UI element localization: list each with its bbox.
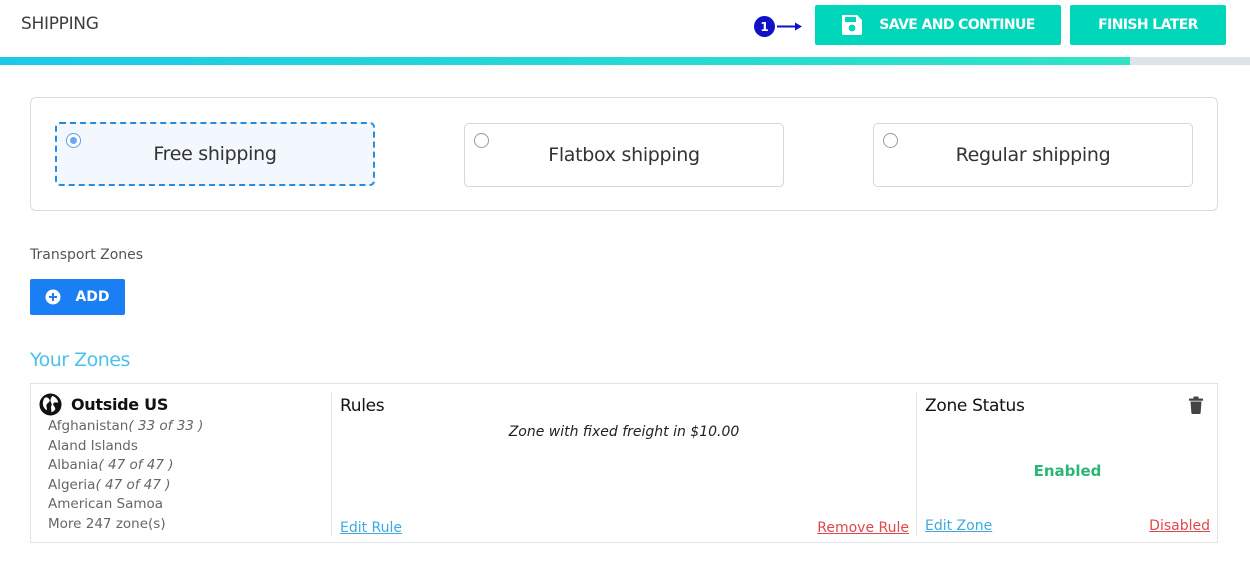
country-name: Algeria (48, 476, 96, 493)
country-name: Albania (48, 457, 99, 473)
rule-description: Zone with fixed freight in $10.00 (508, 424, 740, 440)
rules-title: Rules (340, 396, 385, 416)
flatbox-shipping-radio[interactable] (474, 133, 489, 148)
country-count: ( 47 of 47 ) (98, 457, 174, 473)
step-marker: 1 (754, 16, 803, 37)
zone-rules-column: Rules Zone with fixed freight in $10.00 … (331, 392, 916, 536)
zone-name: Outside US (71, 394, 169, 414)
transport-zones-label: Transport Zones (30, 247, 144, 263)
zone-status-title: Zone Status (925, 396, 1025, 416)
step-number-badge: 1 (754, 16, 775, 37)
disable-zone-link[interactable]: Disabled (1149, 518, 1210, 534)
list-item: Algeria( 47 of 47 ) (48, 476, 331, 496)
finish-later-button[interactable]: FINISH LATER (1070, 5, 1226, 45)
edit-rule-link[interactable]: Edit Rule (340, 520, 402, 536)
shipping-options-card: Free shipping Flatbox shipping Regular s… (30, 97, 1218, 211)
list-item: Albania( 47 of 47 ) (48, 456, 331, 476)
globe-icon (39, 392, 62, 416)
zone-name-row: Outside US (39, 392, 331, 416)
shipping-option-label: Flatbox shipping (548, 144, 700, 166)
plus-circle-icon (45, 289, 61, 305)
country-name: American Samoa (48, 496, 164, 512)
regular-shipping-radio[interactable] (883, 133, 898, 148)
more-zones-text: More 247 zone(s) (48, 515, 166, 532)
arrow-right-icon (777, 22, 802, 31)
zone-countries-column: Outside US Afghanistan( 33 of 33 ) Aland… (39, 392, 331, 536)
list-item: Aland Islands (48, 437, 331, 457)
remove-rule-link[interactable]: Remove Rule (817, 520, 909, 536)
shipping-option-flatbox[interactable]: Flatbox shipping (464, 123, 784, 187)
floppy-disk-icon (842, 15, 863, 35)
list-item: American Samoa (48, 495, 331, 515)
free-shipping-radio[interactable] (66, 133, 81, 148)
country-count: ( 47 of 47 ) (95, 476, 171, 493)
progress-bar (0, 57, 1250, 65)
status-badge: Enabled (1033, 462, 1102, 480)
progress-bar-fill (0, 57, 1130, 65)
save-and-continue-button[interactable]: SAVE AND CONTINUE (815, 5, 1061, 45)
shipping-option-label: Regular shipping (955, 144, 1111, 166)
trash-icon[interactable] (1188, 396, 1204, 414)
save-and-continue-label: SAVE AND CONTINUE (879, 17, 1035, 33)
country-count: ( 33 of 33 ) (128, 418, 204, 434)
shipping-option-free[interactable]: Free shipping (55, 122, 375, 186)
add-zone-button[interactable]: ADD (30, 279, 125, 315)
zone-status-column: Zone Status Enabled Edit Zone Disabled (916, 392, 1218, 536)
country-list: Afghanistan( 33 of 33 ) Aland Islands Al… (48, 417, 331, 515)
add-zone-label: ADD (75, 289, 110, 305)
shipping-option-regular[interactable]: Regular shipping (873, 123, 1193, 187)
zone-card: Outside US Afghanistan( 33 of 33 ) Aland… (30, 383, 1218, 543)
shipping-option-label: Free shipping (153, 143, 277, 165)
your-zones-heading: Your Zones (30, 349, 130, 371)
page-title: SHIPPING (21, 14, 99, 34)
list-item: Afghanistan( 33 of 33 ) (48, 417, 331, 437)
edit-zone-link[interactable]: Edit Zone (925, 518, 992, 534)
header: SHIPPING 1 SAVE AND CONTINUE FINISH LATE… (0, 0, 1250, 57)
country-name: Afghanistan (48, 418, 129, 434)
country-name: Aland Islands (48, 437, 138, 454)
